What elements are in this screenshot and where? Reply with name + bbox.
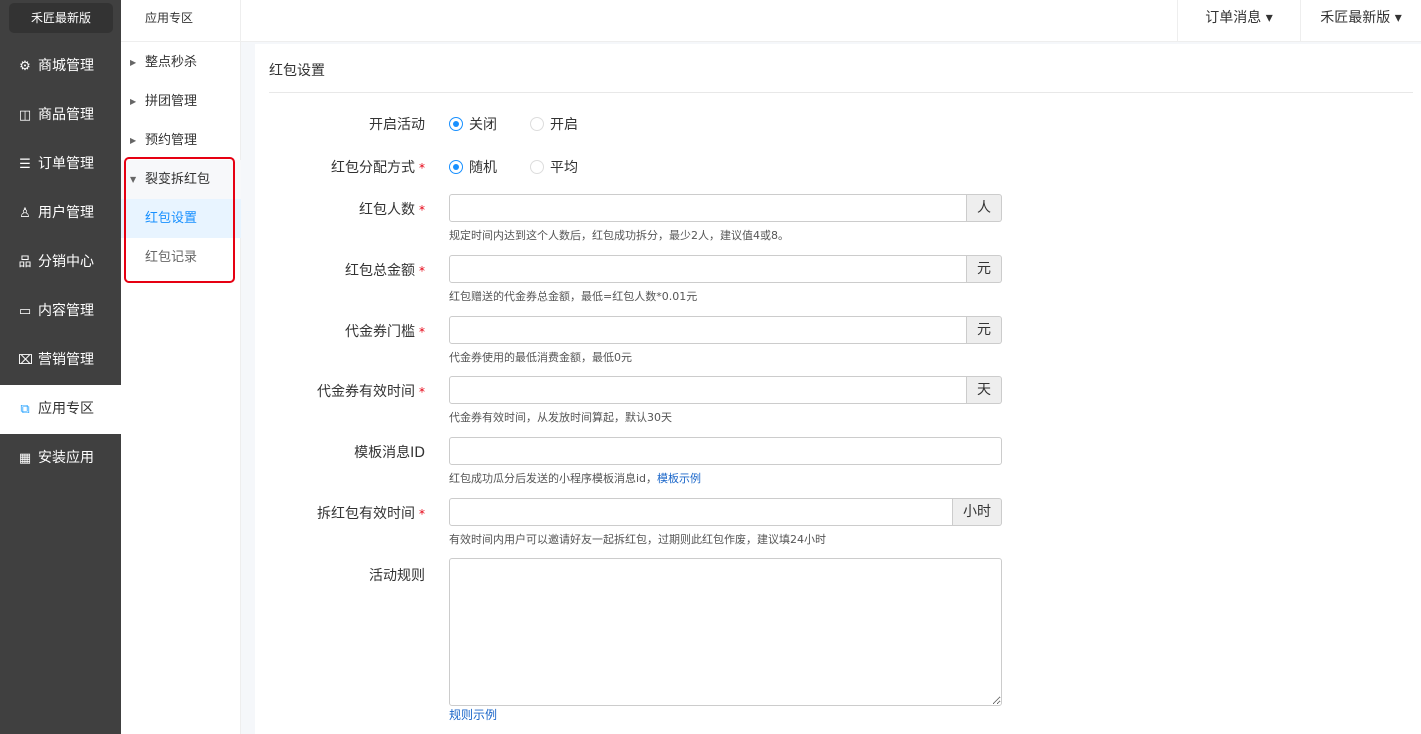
caret-right-icon: ▶ [130,58,137,67]
order-messages-dropdown[interactable]: 订单消息 ▾ [1177,0,1300,42]
unit-addon: 元 [967,316,1002,344]
field-input-group: 元 [449,316,1002,344]
field-input-group: 小时 [449,498,1002,526]
caret-right-icon: ▶ [130,97,137,106]
field-input-group: 元 [449,255,1002,283]
unit-addon: 小时 [953,498,1002,526]
panel-title: 红包设置 [269,63,325,79]
field-label: 模板消息ID [354,445,425,461]
field-label: 红包总金额 * [345,263,425,279]
sidebar-item-5[interactable]: ▭ 内容管理 [0,287,121,336]
sidebar-item-7[interactable]: ⧉ 应用专区 [0,385,121,434]
gear-icon: ⚙ [19,59,31,74]
bag-icon: ◫ [18,108,32,123]
submenu-label: 拼团管理 [145,94,198,109]
account-dropdown[interactable]: 禾匠最新版 ▾ [1300,0,1421,42]
field-help: 有效时间内用户可以邀请好友一起拆红包，过期则此红包作废，建议填24小时 [449,533,826,546]
sidebar-item-label: 安装应用 [38,450,94,466]
radio-off[interactable]: 关闭 [449,114,497,134]
user-icon: ♙ [19,206,31,221]
field-label: 代金券有效时间 * [317,384,425,400]
field-input-group [449,437,1002,465]
sidebar-item-8[interactable]: ▦ 安装应用 [0,434,121,483]
ticket-icon: ⌧ [18,353,33,368]
puzzle-icon: ⧉ [20,402,30,417]
radio-average[interactable]: 平均 [530,157,578,177]
rules-example-link[interactable]: 规则示例 [449,706,497,723]
sidebar-item-label: 商城管理 [38,58,94,74]
radio-checked-icon [449,117,463,131]
caret-right-icon: ▶ [130,136,137,145]
sub-sidebar-title: 应用专区 [121,0,240,42]
field-input-group: 天 [449,376,1002,404]
template-example-link[interactable]: 模板示例 [657,472,701,485]
radio-on[interactable]: 开启 [530,114,578,134]
sub-sidebar: 应用专区 ▶ 整点秒杀 ▶ 拼团管理 ▶ 预约管理 ▼ 裂变拆红包 红包设置 红包记录 [121,0,241,734]
sidebar-item-label: 应用专区 [38,401,94,417]
sidebar-item-label: 内容管理 [38,303,94,319]
submenu-label: 预约管理 [145,133,198,148]
field-help: 规定时间内达到这个人数后，红包成功拆分，最少2人，建议值4或8。 [449,229,789,242]
unit-addon: 天 [967,376,1002,404]
unit-addon: 人 [967,194,1002,222]
sidebar-item-3[interactable]: ♙ 用户管理 [0,189,121,238]
sidebar-item-6[interactable]: ⌧ 营销管理 [0,336,121,385]
submenu-item-group[interactable]: ▶ 拼团管理 [121,82,241,121]
submenu-item-seckill[interactable]: ▶ 整点秒杀 [121,43,241,82]
field-help: 代金券使用的最低消费金额，最低0元 [449,351,632,364]
submenu-label: 整点秒杀 [145,55,198,70]
list-icon: ☰ [19,157,31,172]
field-input[interactable] [449,376,967,404]
radio-checked-icon [449,160,463,174]
highlight-box [124,157,235,283]
top-bar: 订单消息 ▾ 禾匠最新版 ▾ [241,0,1421,42]
radio-random[interactable]: 随机 [449,157,497,177]
main-sidebar: 禾匠最新版 ⚙ 商城管理 ◫ 商品管理 ☰ 订单管理 ♙ 用户管理品分销中心 ▭ 内容管理 ⌧ 营销管… [0,0,121,734]
field-input-group: 人 [449,194,1002,222]
apps-icon: ▦ [18,451,32,466]
sidebar-item-label: 商品管理 [38,107,94,123]
field-input[interactable] [449,498,953,526]
sidebar-item-4[interactable]: 品分销中心 [0,238,121,287]
submenu-item-booking[interactable]: ▶ 预约管理 [121,121,241,160]
field-input[interactable] [449,437,1002,465]
field-help: 红包赠送的代金券总金额，最低=红包人数*0.01元 [449,290,698,303]
org-icon: 品 [18,255,32,270]
radio-unchecked-icon [530,160,544,174]
sidebar-item-1[interactable]: ◫ 商品管理 [0,91,121,140]
field-input[interactable] [449,255,967,283]
radio-unchecked-icon [530,117,544,131]
sidebar-item-label: 订单管理 [38,156,94,172]
field-input[interactable] [449,316,967,344]
logo-button[interactable]: 禾匠最新版 [9,3,113,33]
distribution-label: 红包分配方式 * [331,160,425,176]
field-label: 拆红包有效时间 * [317,506,425,522]
rules-textarea[interactable] [449,558,1002,706]
activity-label: 开启活动 [369,117,425,133]
field-label: 代金券门槛 * [345,324,425,340]
divider [269,92,1413,93]
sidebar-item-label: 营销管理 [38,352,94,368]
rules-label: 活动规则 [369,568,425,584]
field-help: 代金券有效时间，从发放时间算起，默认30天 [449,411,672,424]
sidebar-item-label: 分销中心 [38,254,94,270]
content-icon: ▭ [18,304,32,319]
field-label: 红包人数 * [359,202,425,218]
unit-addon: 元 [967,255,1002,283]
settings-panel: 红包设置 开启活动 关闭 开启 红包分配方式 * 随机 平均 红包人数 * 人规定时间… [255,44,1421,734]
sidebar-item-label: 用户管理 [38,205,94,221]
field-input[interactable] [449,194,967,222]
sidebar-item-0[interactable]: ⚙ 商城管理 [0,42,121,91]
sidebar-item-2[interactable]: ☰ 订单管理 [0,140,121,189]
field-help: 红包成功瓜分后发送的小程序模板消息id，模板示例 [449,472,702,485]
